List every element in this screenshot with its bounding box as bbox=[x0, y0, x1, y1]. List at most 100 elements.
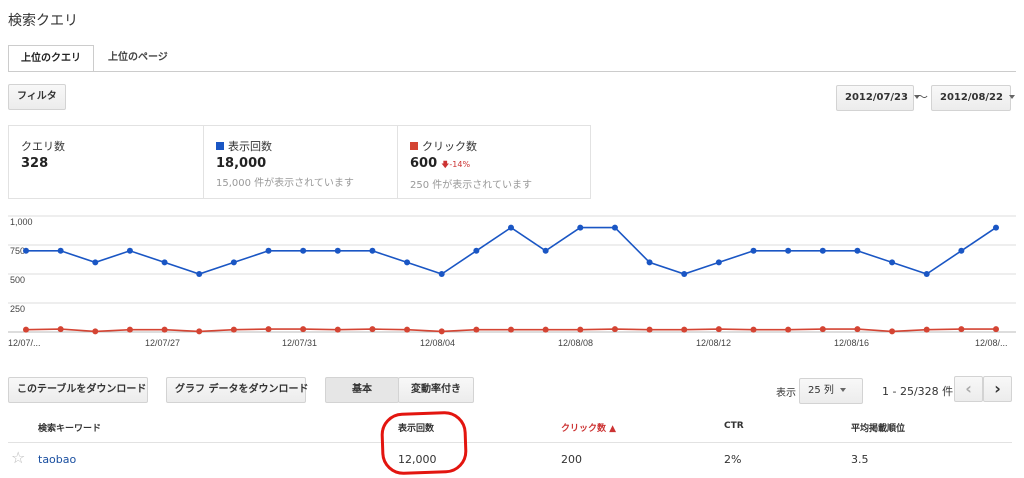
data-point bbox=[785, 326, 792, 333]
data-point bbox=[126, 326, 133, 333]
x-tick-label: 12/08/12 bbox=[696, 338, 731, 348]
prev-page-button[interactable]: ‹ bbox=[954, 376, 983, 402]
star-icon[interactable]: ☆ bbox=[11, 448, 25, 467]
data-point bbox=[854, 247, 861, 254]
date-from-value: 2012/07/23 bbox=[845, 92, 908, 103]
stat-clicks-delta: -14% bbox=[449, 160, 471, 169]
data-point bbox=[646, 259, 653, 266]
stat-queries-label: クエリ数 bbox=[21, 140, 65, 153]
data-point bbox=[819, 247, 826, 254]
data-point bbox=[438, 328, 445, 335]
data-point bbox=[508, 224, 514, 231]
y-tick-label: 750 bbox=[10, 246, 25, 256]
x-tick-label: 12/07/27 bbox=[145, 338, 180, 348]
page-title: 検索クエリ bbox=[8, 13, 78, 29]
data-point bbox=[57, 326, 64, 333]
data-point bbox=[681, 326, 688, 333]
performance-chart: 1,000 750 500 250 12/07/... 12/07/27 12/07/31 1… bbox=[8, 215, 1016, 348]
stat-clicks-sub: 250 件が表示されています bbox=[410, 180, 532, 191]
data-point bbox=[923, 271, 930, 277]
series-line-0 bbox=[26, 226, 997, 275]
date-to-select[interactable]: 2012/08/22 bbox=[931, 85, 1015, 111]
data-point bbox=[438, 271, 445, 277]
y-tick-label: 250 bbox=[10, 304, 25, 314]
data-point bbox=[196, 271, 203, 277]
tab-top-queries[interactable]: 上位のクエリ bbox=[8, 45, 94, 72]
data-point bbox=[230, 326, 237, 333]
data-point bbox=[196, 328, 203, 335]
column-header-clicks[interactable]: クリック数 ▲ bbox=[561, 421, 616, 434]
keyword-link[interactable]: taobao bbox=[38, 453, 76, 466]
rows-per-page-select[interactable]: 25 列 bbox=[799, 378, 863, 404]
clicks-legend-swatch bbox=[410, 142, 418, 150]
data-point bbox=[265, 326, 272, 333]
data-point bbox=[473, 247, 480, 254]
data-point bbox=[57, 247, 64, 254]
data-point bbox=[993, 326, 999, 333]
data-point bbox=[750, 326, 757, 333]
data-point bbox=[854, 326, 861, 333]
data-point bbox=[542, 247, 549, 254]
data-point bbox=[23, 247, 29, 254]
x-tick-label: 12/08/16 bbox=[834, 338, 869, 348]
x-tick-label: 12/08/04 bbox=[420, 338, 455, 348]
stat-impressions[interactable]: 表示回数 18,000 15,000 件が表示されています bbox=[203, 125, 398, 199]
toggle-change-button[interactable]: 変動率付き bbox=[398, 377, 474, 403]
cell-ctr: 2% bbox=[724, 453, 742, 466]
data-point bbox=[577, 326, 584, 333]
date-to-value: 2012/08/22 bbox=[940, 92, 1003, 103]
data-point bbox=[750, 247, 757, 254]
rows-per-page-value: 25 列 bbox=[808, 385, 834, 396]
data-point bbox=[993, 224, 999, 231]
next-page-button[interactable]: › bbox=[983, 376, 1012, 402]
data-point bbox=[404, 259, 411, 266]
data-point bbox=[715, 326, 722, 333]
cell-position: 3.5 bbox=[851, 453, 869, 466]
stat-impressions-sub: 15,000 件が表示されています bbox=[216, 178, 354, 189]
impressions-legend-swatch bbox=[216, 142, 224, 150]
data-point bbox=[577, 224, 584, 231]
data-point bbox=[92, 259, 99, 266]
data-point bbox=[508, 326, 514, 333]
tab-top-pages[interactable]: 上位のページ bbox=[96, 45, 180, 71]
column-header-ctr[interactable]: CTR bbox=[724, 421, 744, 431]
y-tick-label: 500 bbox=[10, 275, 25, 285]
date-from-select[interactable]: 2012/07/23 bbox=[836, 85, 920, 111]
data-point bbox=[23, 326, 29, 333]
chevron-down-icon bbox=[839, 388, 846, 392]
download-table-button[interactable]: このテーブルをダウンロード bbox=[8, 377, 148, 403]
chevron-left-icon: ‹ bbox=[965, 379, 972, 398]
data-point bbox=[161, 326, 168, 333]
data-point bbox=[369, 326, 376, 333]
data-point bbox=[889, 259, 896, 266]
data-point bbox=[542, 326, 549, 333]
x-tick-label: 12/08/08 bbox=[558, 338, 593, 348]
data-point bbox=[958, 326, 965, 333]
data-point bbox=[889, 328, 896, 335]
toggle-basic-button[interactable]: 基本 bbox=[325, 377, 399, 403]
data-point bbox=[611, 326, 618, 333]
stat-queries: クエリ数 328 bbox=[8, 125, 204, 199]
column-header-keyword[interactable]: 検索キーワード bbox=[38, 421, 101, 434]
x-tick-label: 12/08/... bbox=[975, 338, 1008, 348]
download-chart-data-button[interactable]: グラフ データをダウンロード bbox=[166, 377, 308, 403]
column-header-position[interactable]: 平均掲載順位 bbox=[851, 421, 905, 434]
chevron-down-icon bbox=[1008, 95, 1015, 99]
stat-clicks-value: 600 bbox=[410, 156, 438, 171]
data-point bbox=[404, 326, 411, 333]
x-tick-label: 12/07/... bbox=[8, 338, 41, 348]
data-point bbox=[473, 326, 480, 333]
stat-clicks-label: クリック数 bbox=[422, 140, 477, 153]
data-point bbox=[958, 247, 965, 254]
data-point bbox=[300, 247, 307, 254]
stat-impressions-label: 表示回数 bbox=[228, 140, 272, 153]
data-point bbox=[819, 326, 826, 333]
data-point bbox=[92, 328, 99, 335]
data-point bbox=[923, 326, 930, 333]
pagination-range: 1 - 25/328 件 bbox=[882, 385, 954, 398]
stat-clicks[interactable]: クリック数 600 🡇-14% 250 件が表示されています bbox=[397, 125, 591, 199]
data-point bbox=[265, 247, 272, 254]
rows-per-page-label: 表示 bbox=[776, 388, 796, 399]
date-separator: 〜 bbox=[916, 90, 929, 104]
filter-button[interactable]: フィルタ bbox=[8, 84, 66, 110]
